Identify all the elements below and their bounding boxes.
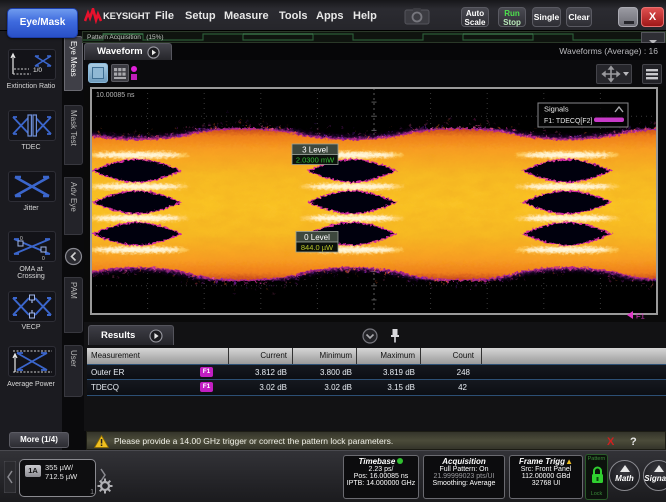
svg-text:10.00085 ns: 10.00085 ns (96, 92, 135, 99)
svg-text:0: 0 (42, 256, 45, 261)
svg-text:1/0: 1/0 (33, 67, 42, 74)
svg-text:F1: TDECQ[F2]: F1: TDECQ[F2] (544, 118, 593, 125)
svg-text:Signals: Signals (544, 105, 569, 114)
svg-text:844.0 µW: 844.0 µW (301, 243, 334, 252)
svg-text:3 Level: 3 Level (302, 146, 328, 155)
svg-text:F1: F1 (636, 312, 645, 321)
svg-text:0 Level: 0 Level (304, 233, 330, 242)
svg-text:2.0300 mW: 2.0300 mW (296, 156, 335, 165)
svg-text:0: 0 (20, 236, 23, 242)
